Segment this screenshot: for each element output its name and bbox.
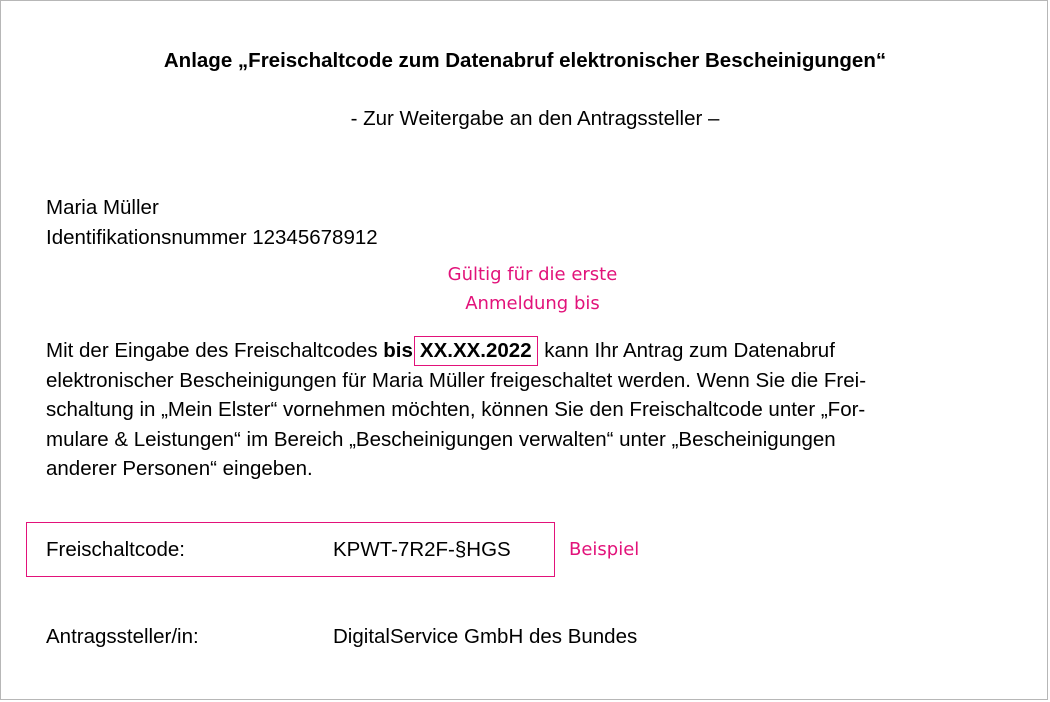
body-line-1: Mit der Eingabe des Freischaltcodes bis X… bbox=[46, 336, 986, 366]
example-annotation: Beispiel bbox=[569, 539, 640, 560]
body-line-5: anderer Personen“ eingeben. bbox=[46, 457, 313, 480]
body-line-1-end: kann Ihr Antrag zum Datenabruf bbox=[538, 339, 835, 362]
applicant-value: DigitalService GmbH des Bundes bbox=[333, 625, 638, 648]
validity-date: XX.XX.2022 bbox=[413, 336, 538, 366]
person-id: Identifikationsnummer 12345678912 bbox=[46, 226, 378, 249]
body-line-1-bis: bis bbox=[383, 339, 413, 362]
person-name: Maria Müller bbox=[46, 196, 159, 219]
body-line-2: elektronischer Bescheinigungen für Maria… bbox=[46, 368, 867, 392]
body-paragraph: Mit der Eingabe des Freischaltcodes bis X… bbox=[46, 336, 986, 484]
person-block: Maria Müller Identifikationsnummer 12345… bbox=[46, 193, 378, 253]
validity-annotation-line2: Anmeldung bis bbox=[465, 293, 600, 314]
code-value: KPWT-7R2F-§HGS bbox=[333, 538, 511, 561]
document-title: Anlage „Freischaltcode zum Datenabruf el… bbox=[163, 49, 887, 72]
body-line-1-start: Mit der Eingabe des Freischaltcodes bbox=[46, 339, 384, 362]
validity-annotation-line1: Gültig für die erste bbox=[447, 264, 618, 285]
document-subtitle: - Zur Weitergabe an den Antragssteller – bbox=[350, 107, 720, 130]
validity-annotation: Gültig für die erste Anmeldung bis bbox=[430, 260, 635, 318]
body-line-3: schaltung in „Mein Elster“ vornehmen möc… bbox=[46, 398, 866, 421]
code-label: Freischaltcode: bbox=[46, 538, 186, 561]
body-line-4: mulare & Leistungen“ im Bereich „Beschei… bbox=[46, 427, 836, 451]
applicant-label: Antragssteller/in: bbox=[46, 625, 199, 648]
